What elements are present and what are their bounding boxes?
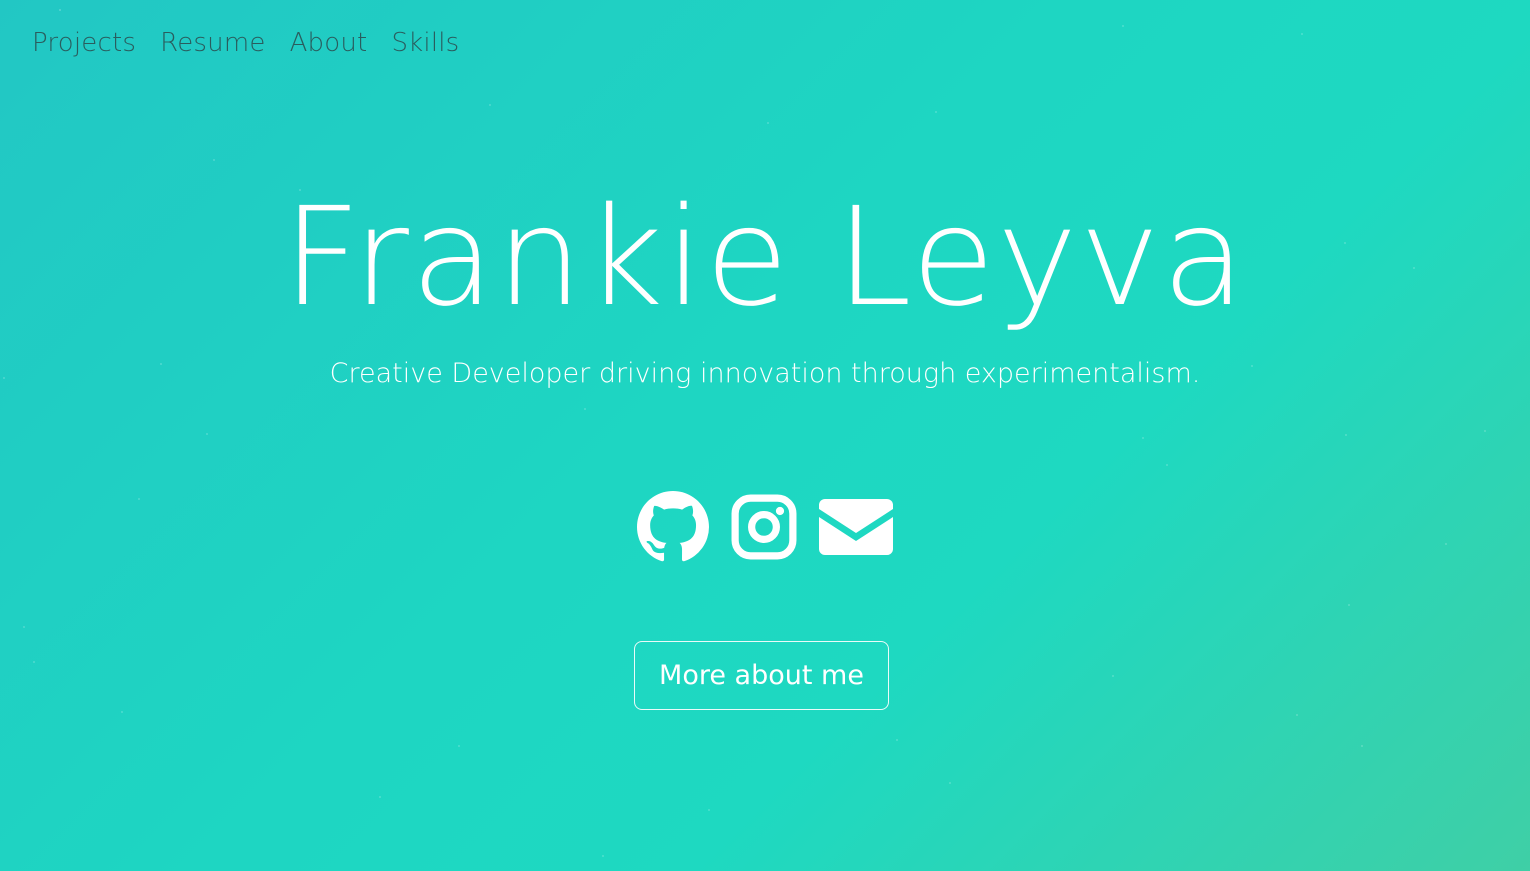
hero-tagline: Creative Developer driving innovation th… (329, 358, 1201, 389)
nav-link-skills[interactable]: Skills (391, 28, 459, 58)
github-link[interactable] (637, 491, 709, 563)
top-navigation: Projects Resume About Skills (32, 28, 459, 58)
hero-name-heading: Frankie Leyva (282, 179, 1248, 337)
envelope-icon (819, 499, 893, 555)
instagram-link[interactable] (731, 494, 797, 560)
nav-link-projects[interactable]: Projects (32, 28, 136, 58)
starfield-background (0, 0, 1530, 871)
nav-link-about[interactable]: About (290, 28, 368, 58)
instagram-icon (731, 494, 797, 560)
github-icon (637, 491, 709, 562)
email-link[interactable] (819, 499, 893, 555)
nav-link-resume[interactable]: Resume (160, 28, 265, 58)
social-links (0, 491, 1530, 563)
more-about-me-button[interactable]: More about me (634, 641, 889, 710)
